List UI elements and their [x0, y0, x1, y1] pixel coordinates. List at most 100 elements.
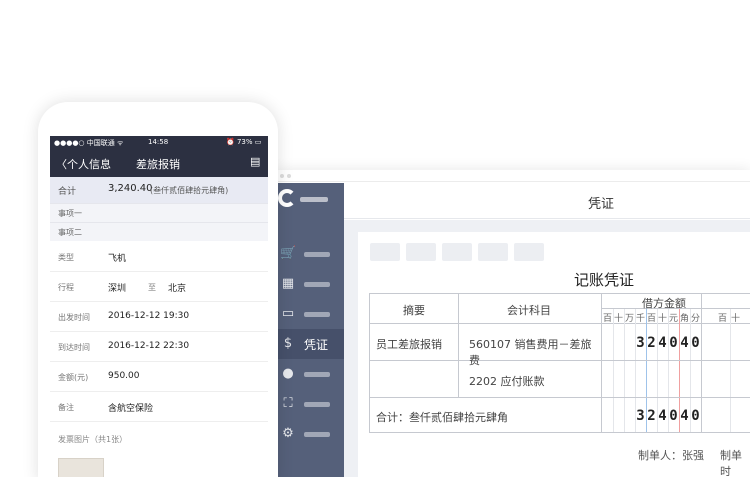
amount-digit: 0: [669, 335, 678, 351]
table-row-amount[interactable]: [602, 361, 750, 398]
digit-unit: 万: [624, 314, 634, 324]
sidebar-item-bulb[interactable]: ●: [274, 359, 344, 389]
total-digit: 4: [680, 408, 689, 424]
table-row-account[interactable]: 2202 应付账款: [459, 361, 602, 398]
logo-text-placeholder: [300, 197, 328, 202]
amount-digit: 4: [680, 335, 689, 351]
list-item-section[interactable]: 事项一: [50, 203, 268, 222]
amount-digit: 3: [636, 335, 645, 351]
calendar-icon: ▦: [281, 276, 295, 291]
field-value: 含航空保险: [108, 404, 154, 414]
route-from: 深圳: [108, 284, 127, 294]
total-summary-row: 合计 3,240.40 (叁仟贰佰肆拾元肆角): [50, 177, 268, 203]
nav-title: 差旅报销: [136, 158, 180, 171]
total-label-text: 合计：叁仟贰佰肆拾元肆角: [376, 411, 508, 424]
digit-unit: 百: [602, 314, 612, 324]
field-value: 飞机: [108, 254, 127, 264]
field-remark: 备注 含航空保险: [50, 392, 268, 422]
toolbar-button[interactable]: [442, 243, 472, 261]
row-summary-text: 员工差旅报销: [376, 338, 442, 351]
sidebar-item-monitor[interactable]: ▭: [274, 299, 344, 329]
digit-unit: 百: [646, 314, 656, 324]
table-row-summary[interactable]: [370, 361, 459, 398]
sidebar-item-label-placeholder: [304, 252, 330, 257]
digit-unit: 十: [613, 314, 623, 324]
total-digit: 0: [691, 408, 700, 424]
column-header-debit: 借方金额: [602, 294, 750, 310]
reviewer-label: 制单时: [720, 449, 742, 477]
table-row-amount[interactable]: 3 2 4 0 4 0: [602, 324, 750, 361]
section-label: 事项二: [58, 228, 82, 237]
field-label: 类型: [58, 253, 74, 262]
menu-icon[interactable]: ▤: [250, 155, 260, 168]
sidebar-item-cart[interactable]: 🛒: [274, 239, 344, 269]
total-amount: 3,240.40: [108, 183, 153, 194]
nav-bar: 〈个人信息 差旅报销 ▤: [50, 150, 268, 177]
digit-unit: 千: [635, 314, 645, 324]
window-dot: [280, 174, 284, 178]
column-header-account: 会计科目: [459, 294, 602, 324]
table-row-account[interactable]: 560107 销售费用－差旅费: [459, 324, 602, 367]
sidebar-item-label-placeholder: [304, 282, 330, 287]
total-digit: 2: [647, 408, 656, 424]
sidebar-item-settings[interactable]: ⚙: [274, 419, 344, 449]
scan-icon: ⛶: [283, 396, 293, 411]
table-row-summary[interactable]: 员工差旅报销: [370, 324, 459, 361]
sidebar-item-label-placeholder: [304, 372, 330, 377]
sidebar-item-label-placeholder: [304, 432, 330, 437]
window-dot: [287, 174, 291, 178]
status-bar: ●●●●○ 中国联通 ᯤ 14:58 ⏰ 73% ▭: [50, 136, 268, 150]
field-label: 金额(元): [58, 373, 89, 382]
amount-digit: 2: [647, 335, 656, 351]
field-label: 行程: [58, 283, 74, 292]
column-header-summary-label: 摘要: [403, 304, 425, 317]
sidebar-item-voucher[interactable]: $ 凭证: [274, 329, 344, 359]
invoice-thumbnail[interactable]: [58, 458, 104, 477]
battery-indicator: ⏰ 73% ▭: [226, 138, 262, 146]
phone-screen: ●●●●○ 中国联通 ᯤ 14:58 ⏰ 73% ▭ 〈个人信息 差旅报销 ▤ …: [50, 136, 268, 477]
sidebar-item-scan[interactable]: ⛶: [274, 389, 344, 419]
total-digit: 0: [669, 408, 678, 424]
logo-icon: [278, 189, 296, 207]
sidebar-item-calendar[interactable]: ▦: [274, 269, 344, 299]
toolbar-button[interactable]: [406, 243, 436, 261]
bulb-icon: ●: [282, 366, 294, 381]
field-departure: 出发时间 2016-12-12 19:30: [50, 302, 268, 332]
window-titlebar: [274, 170, 750, 182]
sidebar: 🛒 ▦ ▭ $ 凭证 ● ⛶ ⚙: [274, 183, 344, 477]
route-to: 北京: [168, 284, 187, 294]
back-button[interactable]: 〈个人信息: [56, 156, 111, 172]
sidebar-item-label-placeholder: [304, 402, 330, 407]
digit-unit: 十: [730, 314, 740, 324]
column-header-account-label: 会计科目: [507, 304, 551, 317]
field-value: 950.00: [108, 371, 140, 381]
voucher-icon: $: [283, 336, 293, 351]
cart-icon: 🛒: [280, 246, 297, 261]
toolbar-button[interactable]: [514, 243, 544, 261]
content-header: 凭证: [344, 183, 750, 219]
invoice-label: 发票图片（共1张）: [58, 435, 128, 444]
total-label: 合计: [58, 187, 77, 197]
sidebar-item-label: 凭证: [304, 338, 329, 352]
total-digit: 4: [658, 408, 667, 424]
field-amount: 金额(元) 950.00: [50, 362, 268, 392]
field-type: 类型 飞机: [50, 242, 268, 272]
toolbar-button[interactable]: [370, 243, 400, 261]
digit-unit: 十: [657, 314, 667, 324]
carrier-text: ●●●●○ 中国联通 ᯤ: [54, 139, 124, 147]
section-label: 事项一: [58, 209, 82, 218]
row-account-text: 2202 应付账款: [469, 375, 545, 388]
gear-icon: ⚙: [282, 426, 294, 441]
digit-unit: 百: [717, 314, 727, 324]
amount-digit: 4: [658, 335, 667, 351]
digit-unit: 元: [668, 314, 678, 324]
toolbar-button[interactable]: [478, 243, 508, 261]
list-item-section[interactable]: 事项二: [50, 222, 268, 241]
field-label: 备注: [58, 403, 74, 412]
desktop-window: 🛒 ▦ ▭ $ 凭证 ● ⛶ ⚙ 凭证 记账凭证 摘要 会计科目 借方金额 百 …: [274, 170, 750, 477]
page-title: 凭证: [588, 197, 615, 212]
total-digit: 3: [636, 408, 645, 424]
field-label: 到达时间: [58, 343, 90, 352]
digit-unit: 角: [679, 314, 689, 324]
sidebar-item-label-placeholder: [304, 312, 330, 317]
